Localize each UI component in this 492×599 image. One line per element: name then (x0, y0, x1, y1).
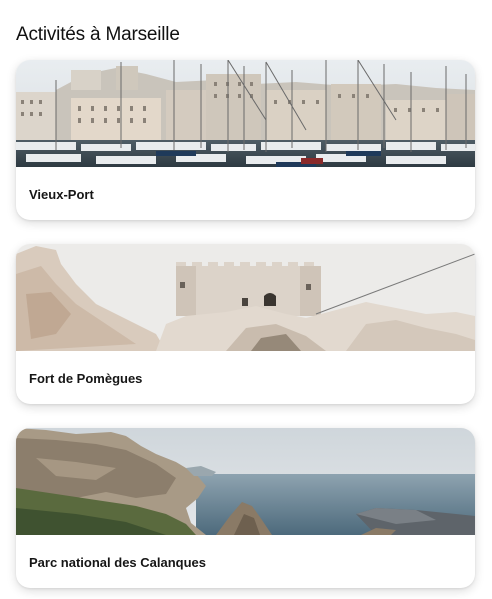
activity-name: Vieux-Port (29, 187, 94, 202)
activity-name: Parc national des Calanques (29, 555, 207, 570)
activity-card-fort-de-pomegues[interactable]: Fort de Pomègues (16, 244, 475, 404)
activity-card-vieux-port[interactable]: Vieux-Port (16, 60, 475, 220)
fort-de-pomegues-photo (16, 244, 475, 351)
calanques-photo (16, 428, 475, 535)
vieux-port-photo (16, 60, 475, 167)
activity-name: Fort de Pomègues (29, 371, 143, 386)
activity-card-calanques[interactable]: Parc national des Calanques (16, 428, 475, 588)
page-title: Activités à Marseille (16, 24, 180, 45)
